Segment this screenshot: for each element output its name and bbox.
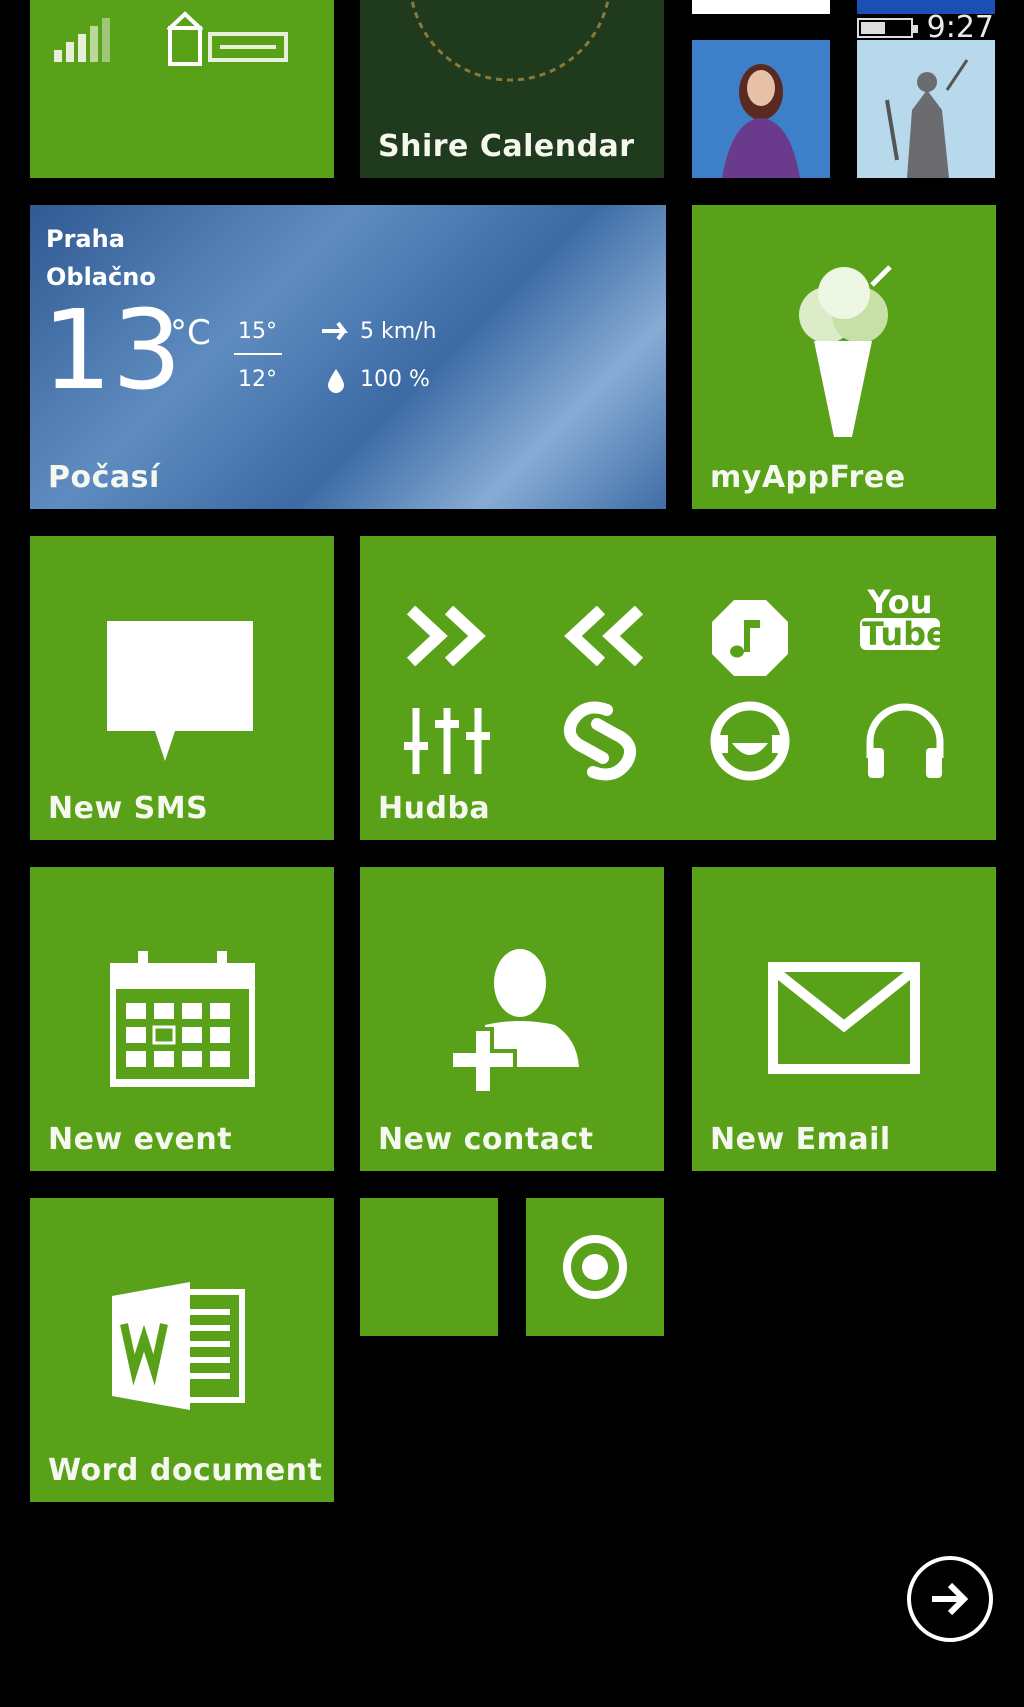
- arrow-right-icon: [928, 1579, 972, 1619]
- weather-tile[interactable]: Praha Oblačno 13 °C 15° 12° 5 km/h 100 %…: [30, 205, 666, 509]
- tile-label: Shire Calendar: [378, 129, 635, 164]
- new-email-tile[interactable]: New Email: [692, 867, 996, 1171]
- smiley-headphones-icon: [710, 701, 790, 781]
- shazam-icon: [555, 696, 645, 786]
- add-contact-icon: [445, 947, 585, 1097]
- signal-tile[interactable]: [30, 0, 334, 178]
- record-icon: [562, 1234, 628, 1300]
- youtube-you: You: [867, 583, 933, 621]
- tile-label: New contact: [378, 1122, 594, 1157]
- fast-forward-icon: [405, 606, 495, 666]
- statue-photo: [857, 40, 995, 178]
- weather-city: Praha: [46, 225, 125, 253]
- myappfree-tile[interactable]: myAppFree: [692, 205, 996, 509]
- photo-tile-statue[interactable]: [857, 40, 995, 178]
- top-strip-white: [692, 0, 830, 14]
- photo-tile-person[interactable]: [692, 40, 830, 178]
- tile-label: New SMS: [48, 791, 209, 826]
- ring-decoration-icon: [400, 0, 620, 124]
- weather-low: 12°: [238, 367, 277, 392]
- humidity-icon: [326, 367, 346, 393]
- tile-label: myAppFree: [710, 460, 906, 495]
- new-sms-tile[interactable]: New SMS: [30, 536, 334, 840]
- tile-label: Word document: [48, 1453, 323, 1488]
- weather-humidity: 100 %: [360, 367, 430, 392]
- ice-cream-icon: [772, 255, 912, 445]
- tile-label: New Email: [710, 1122, 891, 1157]
- equalizer-icon: [402, 706, 492, 776]
- small-record-tile[interactable]: [526, 1198, 664, 1336]
- person-photo: [692, 40, 830, 178]
- shire-calendar-tile[interactable]: Shire Calendar: [360, 0, 664, 178]
- battery-icon: [856, 17, 918, 38]
- weather-high: 15°: [238, 319, 277, 344]
- calendar-icon: [110, 947, 255, 1087]
- tile-label: Hudba: [378, 791, 491, 826]
- tile-label: New event: [48, 1122, 233, 1157]
- weather-unit: °C: [170, 313, 211, 353]
- tile-label: Počasí: [48, 460, 160, 495]
- word-document-tile[interactable]: Word document: [30, 1198, 334, 1502]
- envelope-icon: [768, 962, 920, 1074]
- small-blank-tile[interactable]: [360, 1198, 498, 1336]
- next-page-button[interactable]: [907, 1556, 993, 1642]
- music-note-icon: [710, 598, 790, 678]
- youtube-tube: Tube: [860, 615, 948, 653]
- top-strip-blue: [857, 0, 995, 14]
- new-event-tile[interactable]: New event: [30, 867, 334, 1171]
- youtube-icon: You Tube: [860, 583, 948, 653]
- new-contact-tile[interactable]: New contact: [360, 867, 664, 1171]
- speech-bubble-icon: [105, 621, 255, 771]
- word-icon: [110, 1278, 250, 1413]
- hudba-tile[interactable]: You Tube Hudba: [360, 536, 996, 840]
- weather-divider: [234, 353, 282, 355]
- weather-wind: 5 km/h: [360, 319, 437, 344]
- headphones-icon: [860, 696, 950, 786]
- signal-bars-icon: [50, 8, 300, 68]
- battery-level: [860, 21, 885, 34]
- rewind-icon: [555, 606, 645, 666]
- wind-icon: [320, 317, 354, 347]
- weather-temperature: 13: [42, 286, 182, 414]
